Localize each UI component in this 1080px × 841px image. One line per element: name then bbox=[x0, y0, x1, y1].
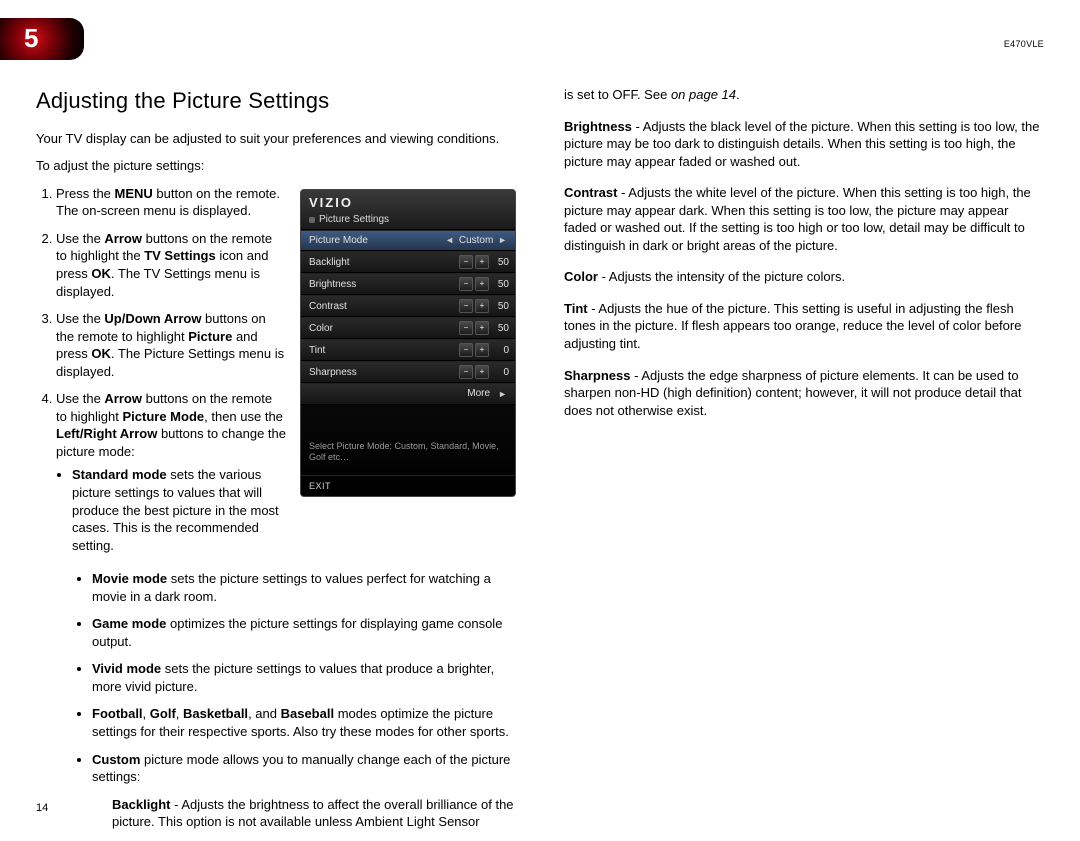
steps-and-tv: Press the MENU button on the remote. The… bbox=[36, 185, 516, 564]
instruction-list: Press the MENU button on the remote. The… bbox=[36, 185, 286, 564]
mode-standard: Standard mode sets the various picture s… bbox=[72, 466, 286, 554]
minus-button[interactable]: − bbox=[459, 299, 473, 313]
chapter-badge: 5 bbox=[0, 18, 84, 60]
chevron-right-icon[interactable]: ► bbox=[498, 235, 507, 245]
tv-exit-label[interactable]: EXIT bbox=[301, 475, 515, 496]
tv-header: VIZIO Picture Settings bbox=[301, 190, 515, 230]
intro-lead: To adjust the picture settings: bbox=[36, 157, 516, 175]
def-color: Color - Adjusts the intensity of the pic… bbox=[564, 268, 1044, 286]
section-heading: Adjusting the Picture Settings bbox=[36, 86, 516, 116]
picture-mode-selector: ◄ Custom ► bbox=[443, 234, 509, 248]
tv-logo: VIZIO bbox=[309, 194, 507, 212]
tv-osd-screenshot: VIZIO Picture Settings Picture Mode ◄ Cu… bbox=[300, 189, 516, 498]
step-4: Use the Arrow buttons on the remote to h… bbox=[56, 390, 286, 554]
mode-custom: Custom picture mode allows you to manual… bbox=[92, 751, 516, 831]
minus-button[interactable]: − bbox=[459, 277, 473, 291]
tv-row-more[interactable]: More ► bbox=[301, 383, 515, 405]
backlight-def: Backlight - Adjusts the brightness to af… bbox=[112, 796, 516, 831]
tv-row-brightness[interactable]: Brightness − + 50 bbox=[301, 273, 515, 295]
tv-row-picture-mode[interactable]: Picture Mode ◄ Custom ► bbox=[301, 230, 515, 252]
tv-subheader-label: Picture Settings bbox=[319, 213, 389, 227]
intro-text: Your TV display can be adjusted to suit … bbox=[36, 130, 516, 148]
off-continuation: is set to OFF. See on page 14. bbox=[564, 86, 1044, 104]
tv-row-contrast[interactable]: Contrast − + 50 bbox=[301, 295, 515, 317]
chevron-left-icon[interactable]: ◄ bbox=[445, 235, 454, 245]
mode-game: Game mode optimizes the picture settings… bbox=[92, 615, 516, 650]
plus-button[interactable]: + bbox=[475, 343, 489, 357]
minus-button[interactable]: − bbox=[459, 255, 473, 269]
chevron-right-icon: ► bbox=[498, 388, 507, 400]
left-column: Adjusting the Picture Settings Your TV d… bbox=[36, 86, 516, 841]
plus-button[interactable]: + bbox=[475, 299, 489, 313]
tv-row-backlight[interactable]: Backlight − + 50 bbox=[301, 251, 515, 273]
manual-page: 5 E470VLE Adjusting the Picture Settings… bbox=[0, 0, 1080, 834]
model-id: E470VLE bbox=[1004, 38, 1044, 50]
minus-button[interactable]: − bbox=[459, 343, 473, 357]
mode-sports: Football, Golf, Basketball, and Baseball… bbox=[92, 705, 516, 740]
tv-row-color[interactable]: Color − + 50 bbox=[301, 317, 515, 339]
step-2: Use the Arrow buttons on the remote to h… bbox=[56, 230, 286, 300]
def-sharpness: Sharpness - Adjusts the edge sharpness o… bbox=[564, 367, 1044, 420]
mode-movie: Movie mode sets the picture settings to … bbox=[92, 570, 516, 605]
tv-row-sharpness[interactable]: Sharpness − + 0 bbox=[301, 361, 515, 383]
tv-row-tint[interactable]: Tint − + 0 bbox=[301, 339, 515, 361]
def-tint: Tint - Adjusts the hue of the picture. T… bbox=[564, 300, 1044, 353]
chapter-number: 5 bbox=[24, 21, 38, 56]
def-brightness: Brightness - Adjusts the black level of … bbox=[564, 118, 1044, 171]
modes-continued: Movie mode sets the picture settings to … bbox=[36, 570, 516, 831]
content-columns: Adjusting the Picture Settings Your TV d… bbox=[0, 0, 1080, 841]
plus-button[interactable]: + bbox=[475, 277, 489, 291]
step-3: Use the Up/Down Arrow buttons on the rem… bbox=[56, 310, 286, 380]
tv-hint-text: Select Picture Mode: Custom, Standard, M… bbox=[301, 405, 515, 476]
def-contrast: Contrast - Adjusts the white level of th… bbox=[564, 184, 1044, 254]
plus-button[interactable]: + bbox=[475, 255, 489, 269]
minus-button[interactable]: − bbox=[459, 321, 473, 335]
plus-button[interactable]: + bbox=[475, 365, 489, 379]
page-number: 14 bbox=[36, 801, 48, 816]
mode-vivid: Vivid mode sets the picture settings to … bbox=[92, 660, 516, 695]
menu-icon bbox=[309, 217, 315, 223]
step-1: Press the MENU button on the remote. The… bbox=[56, 185, 286, 220]
tv-subheader: Picture Settings bbox=[309, 211, 507, 227]
plus-button[interactable]: + bbox=[475, 321, 489, 335]
minus-button[interactable]: − bbox=[459, 365, 473, 379]
right-column: is set to OFF. See on page 14. Brightnes… bbox=[564, 86, 1044, 841]
